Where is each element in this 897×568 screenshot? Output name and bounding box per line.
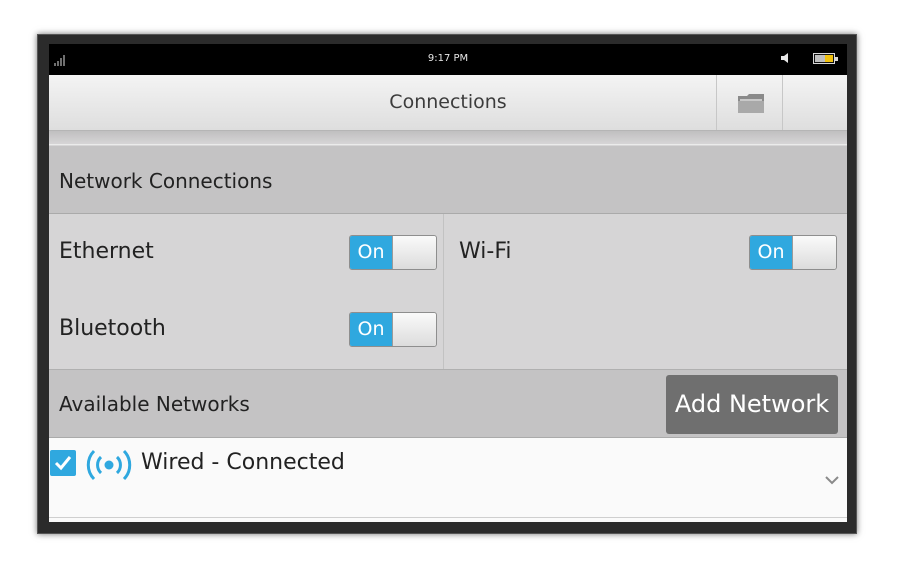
- chevron-down-icon[interactable]: [824, 475, 840, 485]
- status-time: 9:17 PM: [427, 53, 469, 64]
- bluetooth-toggle-knob: [392, 313, 436, 346]
- ethernet-toggle-knob: [392, 236, 436, 269]
- wifi-toggle-state: On: [750, 236, 792, 269]
- bluetooth-toggle-state: On: [350, 313, 392, 346]
- overflow-button[interactable]: [782, 75, 847, 130]
- device-frame: 9:17 PM Connections Network Connections …: [37, 34, 857, 534]
- network-list: Wired - Connected: [49, 438, 847, 522]
- wifi-toggle-knob: [792, 236, 836, 269]
- ethernet-label: Ethernet: [59, 239, 154, 264]
- ethernet-toggle[interactable]: On: [349, 235, 437, 270]
- column-divider: [443, 214, 444, 369]
- add-network-button[interactable]: Add Network: [666, 375, 838, 434]
- folder-icon: [738, 94, 764, 113]
- wifi-label: Wi-Fi: [459, 239, 512, 264]
- title-bar: Connections: [49, 75, 847, 131]
- status-bar: 9:17 PM: [49, 44, 847, 75]
- checkmark-icon: [54, 456, 72, 471]
- folder-button[interactable]: [716, 75, 782, 130]
- network-checkbox[interactable]: [50, 450, 76, 476]
- list-item[interactable]: Wired - Connected: [49, 438, 847, 518]
- network-connections-header: Network Connections: [49, 146, 847, 214]
- wireless-signal-icon: [86, 449, 132, 481]
- battery-icon: [813, 53, 838, 64]
- title-shadow: [49, 131, 847, 145]
- ethernet-toggle-state: On: [350, 236, 392, 269]
- screen: 9:17 PM Connections Network Connections …: [49, 44, 847, 522]
- network-connections-label: Network Connections: [59, 169, 273, 193]
- network-name: Wired - Connected: [141, 450, 345, 475]
- connection-toggles: Ethernet On Wi-Fi On Bluetooth On: [49, 214, 847, 369]
- wifi-toggle[interactable]: On: [749, 235, 837, 270]
- speaker-icon: [781, 53, 788, 63]
- available-networks-label: Available Networks: [59, 392, 250, 416]
- bluetooth-label: Bluetooth: [59, 316, 166, 341]
- bluetooth-toggle[interactable]: On: [349, 312, 437, 347]
